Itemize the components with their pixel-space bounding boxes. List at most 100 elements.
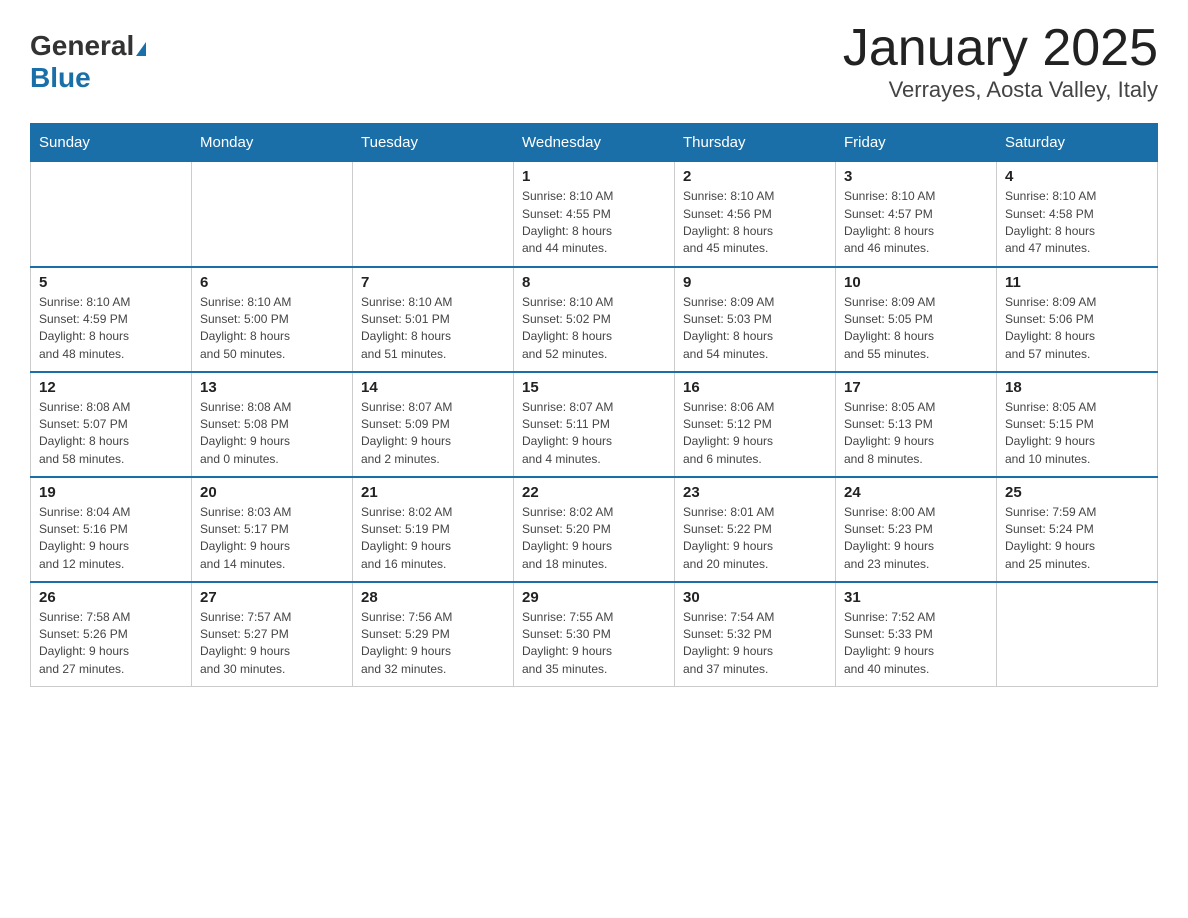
day-number: 17	[844, 379, 988, 396]
day-info: Sunrise: 8:09 AMSunset: 5:03 PMDaylight:…	[683, 294, 827, 364]
calendar-table: SundayMondayTuesdayWednesdayThursdayFrid…	[30, 123, 1158, 687]
day-number: 24	[844, 484, 988, 501]
calendar-week-row: 26Sunrise: 7:58 AMSunset: 5:26 PMDayligh…	[31, 582, 1158, 687]
day-number: 1	[522, 168, 666, 185]
day-info: Sunrise: 7:56 AMSunset: 5:29 PMDaylight:…	[361, 609, 505, 679]
day-info: Sunrise: 8:07 AMSunset: 5:09 PMDaylight:…	[361, 399, 505, 469]
day-number: 5	[39, 274, 183, 291]
calendar-cell: 1 Sunrise: 8:10 AMSunset: 4:55 PMDaylight…	[514, 162, 675, 267]
day-info: Sunrise: 8:06 AMSunset: 5:12 PMDaylight:…	[683, 399, 827, 469]
day-info: Sunrise: 8:10 AMSunset: 5:01 PMDaylight:…	[361, 294, 505, 364]
calendar-cell: 22 Sunrise: 8:02 AMSunset: 5:20 PMDayligh…	[514, 477, 675, 582]
day-number: 4	[1005, 168, 1149, 185]
calendar-title: January 2025	[843, 20, 1158, 77]
logo: General Blue	[30, 20, 146, 94]
header-monday: Monday	[192, 124, 353, 162]
calendar-cell: 30 Sunrise: 7:54 AMSunset: 5:32 PMDayligh…	[675, 582, 836, 687]
day-info: Sunrise: 8:02 AMSunset: 5:19 PMDaylight:…	[361, 504, 505, 574]
calendar-cell: 23Sunrise: 8:01 AMSunset: 5:22 PMDayligh…	[675, 477, 836, 582]
day-number: 2	[683, 168, 827, 185]
day-info: Sunrise: 8:10 AMSunset: 5:00 PMDaylight:…	[200, 294, 344, 364]
calendar-cell: 2 Sunrise: 8:10 AMSunset: 4:56 PMDaylight…	[675, 162, 836, 267]
calendar-week-row: 12Sunrise: 8:08 AMSunset: 5:07 PMDayligh…	[31, 372, 1158, 477]
day-number: 14	[361, 379, 505, 396]
day-info: Sunrise: 7:58 AMSunset: 5:26 PMDaylight:…	[39, 609, 183, 679]
calendar-cell: 12Sunrise: 8:08 AMSunset: 5:07 PMDayligh…	[31, 372, 192, 477]
calendar-cell: 4 Sunrise: 8:10 AMSunset: 4:58 PMDaylight…	[997, 162, 1158, 267]
day-info: Sunrise: 8:09 AMSunset: 5:06 PMDaylight:…	[1005, 294, 1149, 364]
day-info: Sunrise: 8:08 AMSunset: 5:07 PMDaylight:…	[39, 399, 183, 469]
day-info: Sunrise: 8:02 AMSunset: 5:20 PMDaylight:…	[522, 504, 666, 574]
day-number: 30	[683, 589, 827, 606]
day-info: Sunrise: 8:07 AMSunset: 5:11 PMDaylight:…	[522, 399, 666, 469]
day-info: Sunrise: 8:05 AMSunset: 5:13 PMDaylight:…	[844, 399, 988, 469]
day-info: Sunrise: 8:10 AMSunset: 4:56 PMDaylight:…	[683, 188, 827, 258]
day-info: Sunrise: 8:05 AMSunset: 5:15 PMDaylight:…	[1005, 399, 1149, 469]
calendar-cell: 28 Sunrise: 7:56 AMSunset: 5:29 PMDayligh…	[353, 582, 514, 687]
calendar-cell: 18Sunrise: 8:05 AMSunset: 5:15 PMDayligh…	[997, 372, 1158, 477]
day-number: 8	[522, 274, 666, 291]
calendar-cell: 3Sunrise: 8:10 AMSunset: 4:57 PMDaylight…	[836, 162, 997, 267]
day-info: Sunrise: 8:01 AMSunset: 5:22 PMDaylight:…	[683, 504, 827, 574]
calendar-cell: 15 Sunrise: 8:07 AMSunset: 5:11 PMDayligh…	[514, 372, 675, 477]
calendar-cell: 7 Sunrise: 8:10 AMSunset: 5:01 PMDaylight…	[353, 267, 514, 372]
logo-blue-text: Blue	[30, 62, 91, 93]
day-info: Sunrise: 8:03 AMSunset: 5:17 PMDaylight:…	[200, 504, 344, 574]
page-header: General Blue January 2025 Verrayes, Aost…	[30, 20, 1158, 103]
day-info: Sunrise: 7:52 AMSunset: 5:33 PMDaylight:…	[844, 609, 988, 679]
day-info: Sunrise: 8:08 AMSunset: 5:08 PMDaylight:…	[200, 399, 344, 469]
calendar-cell: 31Sunrise: 7:52 AMSunset: 5:33 PMDayligh…	[836, 582, 997, 687]
day-info: Sunrise: 7:57 AMSunset: 5:27 PMDaylight:…	[200, 609, 344, 679]
day-info: Sunrise: 8:10 AMSunset: 4:55 PMDaylight:…	[522, 188, 666, 258]
calendar-week-row: 5 Sunrise: 8:10 AMSunset: 4:59 PMDaylight…	[31, 267, 1158, 372]
day-number: 28	[361, 589, 505, 606]
header-saturday: Saturday	[997, 124, 1158, 162]
day-number: 21	[361, 484, 505, 501]
calendar-cell: 9 Sunrise: 8:09 AMSunset: 5:03 PMDaylight…	[675, 267, 836, 372]
day-number: 20	[200, 484, 344, 501]
day-number: 9	[683, 274, 827, 291]
calendar-subtitle: Verrayes, Aosta Valley, Italy	[843, 77, 1158, 103]
calendar-cell	[997, 582, 1158, 687]
calendar-cell: 6 Sunrise: 8:10 AMSunset: 5:00 PMDaylight…	[192, 267, 353, 372]
day-info: Sunrise: 7:55 AMSunset: 5:30 PMDaylight:…	[522, 609, 666, 679]
header-thursday: Thursday	[675, 124, 836, 162]
day-info: Sunrise: 7:59 AMSunset: 5:24 PMDaylight:…	[1005, 504, 1149, 574]
calendar-week-row: 1 Sunrise: 8:10 AMSunset: 4:55 PMDaylight…	[31, 162, 1158, 267]
calendar-cell: 20 Sunrise: 8:03 AMSunset: 5:17 PMDayligh…	[192, 477, 353, 582]
calendar-cell: 26Sunrise: 7:58 AMSunset: 5:26 PMDayligh…	[31, 582, 192, 687]
day-info: Sunrise: 8:04 AMSunset: 5:16 PMDaylight:…	[39, 504, 183, 574]
calendar-cell: 17 Sunrise: 8:05 AMSunset: 5:13 PMDayligh…	[836, 372, 997, 477]
calendar-cell	[353, 162, 514, 267]
day-number: 6	[200, 274, 344, 291]
header-friday: Friday	[836, 124, 997, 162]
calendar-week-row: 19Sunrise: 8:04 AMSunset: 5:16 PMDayligh…	[31, 477, 1158, 582]
calendar-cell	[192, 162, 353, 267]
calendar-cell: 10 Sunrise: 8:09 AMSunset: 5:05 PMDayligh…	[836, 267, 997, 372]
day-number: 3	[844, 168, 988, 185]
header-tuesday: Tuesday	[353, 124, 514, 162]
day-info: Sunrise: 8:10 AMSunset: 4:58 PMDaylight:…	[1005, 188, 1149, 258]
day-number: 22	[522, 484, 666, 501]
day-info: Sunrise: 8:10 AMSunset: 5:02 PMDaylight:…	[522, 294, 666, 364]
calendar-cell: 24 Sunrise: 8:00 AMSunset: 5:23 PMDayligh…	[836, 477, 997, 582]
day-number: 15	[522, 379, 666, 396]
logo-triangle-icon	[136, 42, 146, 56]
day-number: 27	[200, 589, 344, 606]
day-info: Sunrise: 8:00 AMSunset: 5:23 PMDaylight:…	[844, 504, 988, 574]
day-info: Sunrise: 8:10 AMSunset: 4:59 PMDaylight:…	[39, 294, 183, 364]
header-sunday: Sunday	[31, 124, 192, 162]
day-info: Sunrise: 8:09 AMSunset: 5:05 PMDaylight:…	[844, 294, 988, 364]
calendar-cell: 25Sunrise: 7:59 AMSunset: 5:24 PMDayligh…	[997, 477, 1158, 582]
day-number: 11	[1005, 274, 1149, 291]
day-number: 7	[361, 274, 505, 291]
day-number: 10	[844, 274, 988, 291]
calendar-cell: 8 Sunrise: 8:10 AMSunset: 5:02 PMDaylight…	[514, 267, 675, 372]
day-info: Sunrise: 7:54 AMSunset: 5:32 PMDaylight:…	[683, 609, 827, 679]
logo-general-text: General	[30, 30, 134, 61]
calendar-cell: 16Sunrise: 8:06 AMSunset: 5:12 PMDayligh…	[675, 372, 836, 477]
calendar-cell: 5 Sunrise: 8:10 AMSunset: 4:59 PMDaylight…	[31, 267, 192, 372]
calendar-cell: 14 Sunrise: 8:07 AMSunset: 5:09 PMDayligh…	[353, 372, 514, 477]
day-number: 29	[522, 589, 666, 606]
title-block: January 2025 Verrayes, Aosta Valley, Ita…	[843, 20, 1158, 103]
